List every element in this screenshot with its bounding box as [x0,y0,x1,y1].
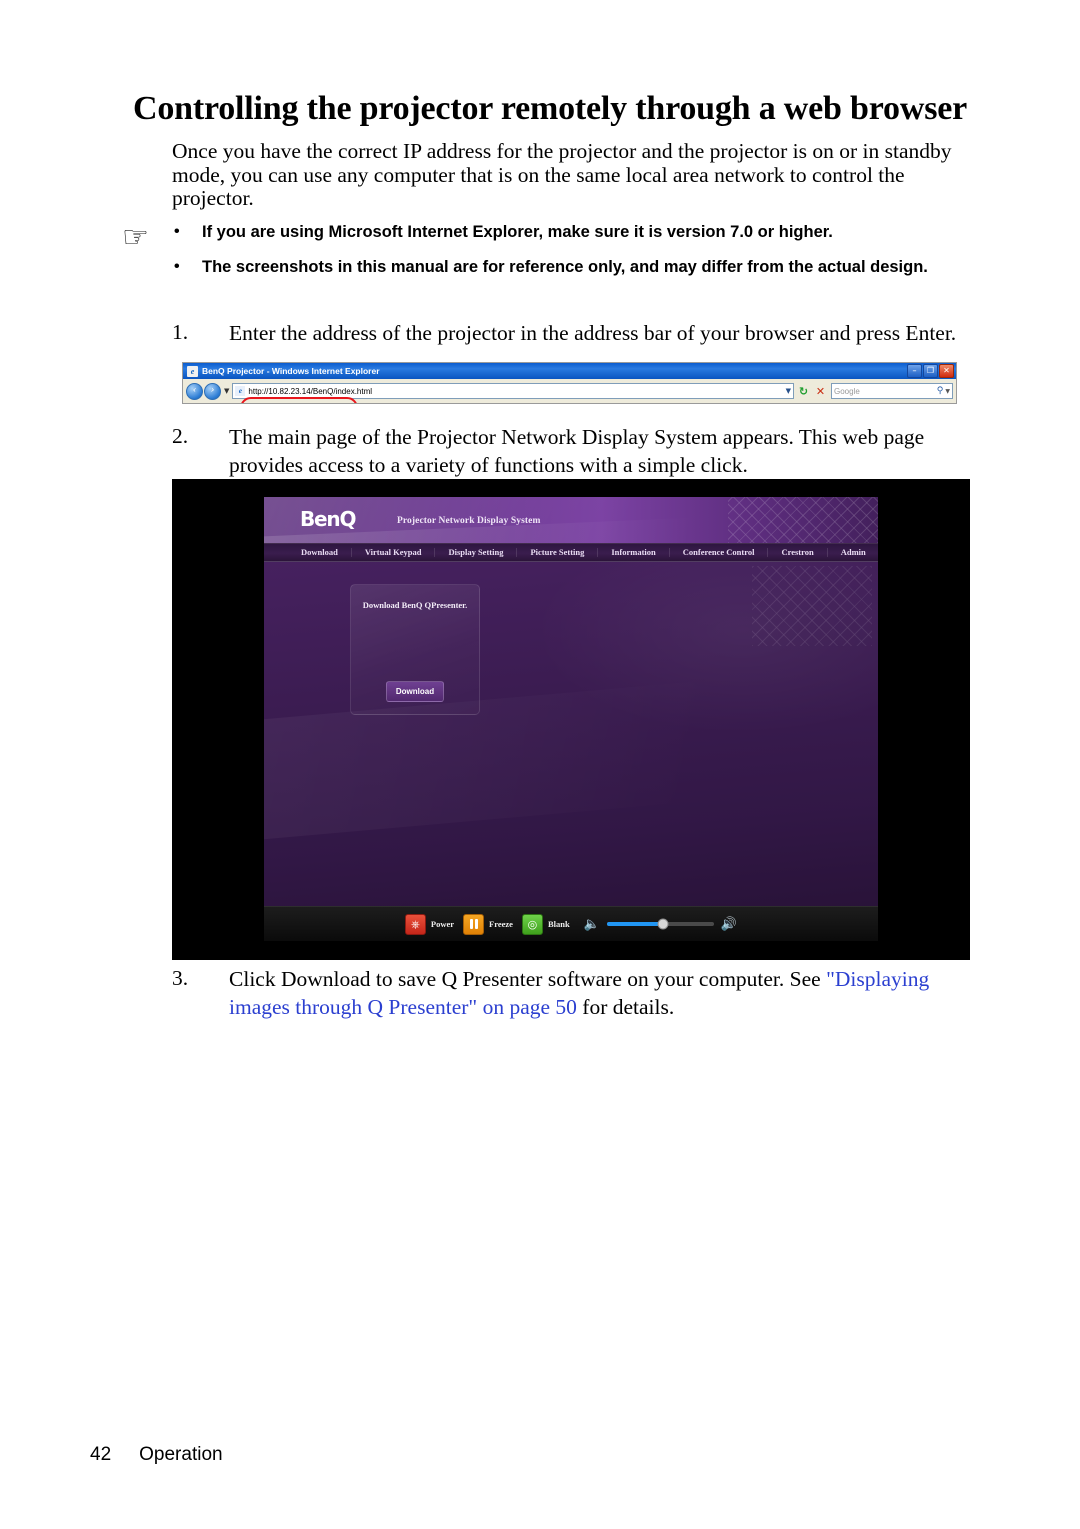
back-icon: ‹ [192,385,197,396]
benq-logo: BenQ [300,507,356,531]
browser-navigation-bar: ‹ › ▼ e http://10.82.23.14/BenQ/index.ht… [183,379,956,403]
nav-item-information[interactable]: Information [598,548,670,557]
search-icon[interactable]: ⚲ [937,386,944,396]
pause-icon [463,913,485,935]
browser-screenshot: e BenQ Projector - Windows Internet Expl… [182,362,957,404]
note-item: • If you are using Microsoft Internet Ex… [122,222,982,244]
pause-bars [469,919,478,929]
power-control[interactable]: ⎈ Power [404,913,455,935]
nav-item-display-setting[interactable]: Display Setting [435,548,518,557]
download-panel: Download BenQ QPresenter. Download [350,584,480,715]
minimize-icon: – [912,366,917,375]
nav-item-conference-control[interactable]: Conference Control [670,548,769,557]
address-bar[interactable]: e http://10.82.23.14/BenQ/index.html ▼ [232,383,794,399]
forward-button[interactable]: › [204,382,221,400]
nav-item-crestron[interactable]: Crestron [768,548,828,557]
projector-control-bar: ⎈ Power Freeze ◎ Blank 🔈 🔊 [264,906,878,941]
maximize-button[interactable]: ❐ [923,364,938,378]
webpage-content: BenQ Projector Network Display System Do… [264,497,878,941]
search-box[interactable]: Google ⚲ ▼ [831,383,953,399]
note-item: • The screenshots in this manual are for… [122,257,982,279]
footer-section-name: Operation [139,1444,223,1465]
freeze-label: Freeze [489,919,513,929]
blank-control[interactable]: ◎ Blank [521,913,570,935]
note-text: If you are using Microsoft Internet Expl… [202,223,833,241]
nav-arrows: ‹ › [186,382,221,400]
step-text: The main page of the Projector Network D… [229,425,925,477]
power-icon: ⎈ [404,913,426,935]
blank-screen-icon: ◎ [521,913,543,935]
projector-webpage-screenshot: BenQ Projector Network Display System Do… [172,479,970,960]
bullet-icon: • [174,257,180,275]
webpage-header: BenQ Projector Network Display System [264,497,878,543]
volume-knob[interactable] [657,918,669,930]
speaker-low-icon[interactable]: 🔈 [584,918,600,931]
note-text: The screenshots in this manual are for r… [202,257,928,276]
stop-icon[interactable]: ✕ [813,384,828,399]
forward-icon: › [210,385,215,396]
step-number: 2. [172,424,189,448]
footer-page-number: 42 [90,1444,112,1465]
maximize-icon: ❐ [926,366,935,375]
page-favicon-icon: e [235,386,246,396]
intro-text: Once you have the correct IP address for… [172,139,952,211]
blank-label: Blank [547,919,570,929]
ie-favicon-icon: e [187,365,198,377]
step-2: 2. The main page of the Projector Networ… [172,424,992,479]
note-block: ☞ • If you are using Microsoft Internet … [122,222,982,292]
search-input[interactable]: Google [834,387,937,396]
nav-item-download[interactable]: Download [288,548,352,557]
diamond-pattern-decoration [752,566,872,646]
step-number: 3. [172,966,189,990]
volume-fill [606,922,663,926]
volume-slider[interactable] [606,918,714,930]
history-dropdown-icon[interactable]: ▼ [224,387,229,395]
document-page: Controlling the projector remotely throu… [0,0,1080,1529]
intro-paragraph: Once you have the correct IP address for… [172,139,972,211]
nav-item-picture-setting[interactable]: Picture Setting [517,548,599,557]
close-icon: ✕ [943,366,950,375]
webpage-subtitle: Projector Network Display System [397,516,541,526]
page-footer: 42 Operation [90,1444,223,1466]
nav-item-admin[interactable]: Admin [828,548,878,557]
close-button[interactable]: ✕ [939,364,954,378]
power-label: Power [430,919,455,929]
volume-control[interactable]: 🔈 🔊 [584,918,737,931]
download-panel-text: Download BenQ QPresenter. [362,600,468,610]
page-title: Controlling the projector remotely throu… [133,90,968,127]
address-dropdown-icon[interactable]: ▼ [783,387,791,395]
step-text-after: for details. [576,994,675,1019]
webpage-body: Download BenQ QPresenter. Download ⎈ Pow… [264,562,878,941]
step-3: 3. Click Download to save Q Presenter so… [172,966,992,1021]
step-text: Enter the address of the projector in th… [229,321,957,345]
search-dropdown-icon[interactable]: ▼ [945,388,950,395]
refresh-icon[interactable]: ↻ [796,384,811,399]
nav-item-virtual-keypad[interactable]: Virtual Keypad [352,548,436,557]
minimize-button[interactable]: – [907,364,922,378]
step-text-before: Click Download to save Q Presenter softw… [229,967,827,991]
webpage-nav-bar: Download Virtual Keypad Display Setting … [264,543,878,562]
window-controls: – ❐ ✕ [907,364,954,378]
address-input[interactable]: http://10.82.23.14/BenQ/index.html [248,387,782,396]
note-list: • If you are using Microsoft Internet Ex… [122,222,982,279]
freeze-control[interactable]: Freeze [463,913,513,935]
speaker-high-icon[interactable]: 🔊 [721,918,737,931]
step-text: Click Download to save Q Presenter softw… [229,966,992,1021]
back-button[interactable]: ‹ [186,382,203,400]
header-sheen-decoration [264,509,878,543]
bullet-icon: • [174,223,180,240]
step-1: 1. Enter the address of the projector in… [172,320,992,348]
browser-title-bar: e BenQ Projector - Windows Internet Expl… [183,363,956,379]
download-button[interactable]: Download [386,681,444,702]
browser-window-title: BenQ Projector - Windows Internet Explor… [202,366,380,376]
step-number: 1. [172,320,189,344]
